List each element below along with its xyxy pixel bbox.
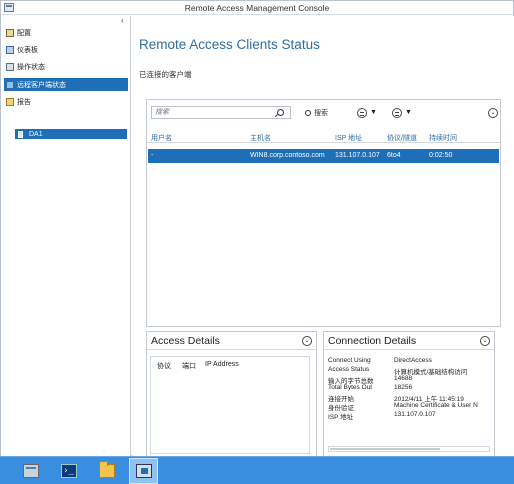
cell-username: - [151,152,154,159]
connection-details-panel: Connection Details ⌄ Connect Using Direc… [323,331,495,457]
remote-access-console-icon [135,464,152,478]
taskbar-powershell-button[interactable]: ›_ [54,458,83,484]
sidebar-item-label: 配置 [17,29,31,37]
main-content: Remote Access Clients Status 已连接的客户端 搜索 … [132,16,514,457]
list-view-options-button[interactable]: ▼ [357,106,377,119]
expand-toolbar-button[interactable]: ⌄ [488,108,498,118]
detail-row-connect-using: Connect Using DirectAccess [328,357,494,365]
table-row[interactable]: - WIN8.corp.contoso.com 131.107.0.107 6t… [148,149,499,163]
search-icon[interactable] [277,109,284,116]
access-details-list: 协议 端口 IP Address [150,356,310,454]
cell-hostname: WIN8.corp.contoso.com [250,152,325,159]
collapse-connection-details-button[interactable]: ⌄ [480,336,490,346]
connected-clients-label: 已连接的客户端 [139,70,192,79]
column-header-isp-address[interactable]: ISP 地址 [335,133,362,143]
collapse-sidebar-button[interactable]: ‹ [121,17,129,25]
detail-key: Access Status [328,366,370,373]
horizontal-scrollbar[interactable] [328,446,490,452]
taskbar: ›_ [0,456,514,484]
detail-value: Machine Certificate & User N [394,402,478,409]
remote-clients-icon [6,80,14,89]
collapse-access-details-button[interactable]: ⌄ [302,336,312,346]
column-header-protocol[interactable]: 协议 [157,361,171,371]
detail-row-bytes-out: Total Bytes Out 18256 [328,384,494,392]
access-details-title-text: Access Details [151,335,220,347]
detail-row-isp-address: ISP 地址 131.107.0.107 [328,411,494,421]
column-header-ip-address[interactable]: IP Address [205,361,239,368]
config-icon [6,28,14,37]
access-details-panel: Access Details ⌄ 协议 端口 IP Address [146,331,317,457]
search-icon [305,109,311,116]
server-item-da1[interactable]: DA1 [15,129,127,139]
taskbar-remote-access-console-button[interactable] [129,458,158,484]
access-details-title: Access Details ⌄ [147,332,316,350]
sidebar-item-dashboard[interactable]: 仪表板 [4,43,128,56]
powershell-icon: ›_ [60,464,77,478]
connection-details-title: Connection Details ⌄ [324,332,494,350]
detail-value: 131.107.0.107 [394,411,436,418]
sidebar-item-label: 远程客户端状态 [17,81,66,89]
page-title: Remote Access Clients Status [139,37,320,52]
sidebar-item-operations-status[interactable]: 操作状态 [4,60,128,73]
sidebar-item-label: 仪表板 [17,46,38,54]
group-by-button[interactable]: ▼ [392,106,412,119]
detail-row-connection-start: 连接开始 2012/4/11 上午 11:45:19 [328,393,494,403]
dashboard-icon [6,45,14,54]
sidebar-item-label: 操作状态 [17,63,45,71]
column-header-username[interactable]: 用户名 [151,133,172,143]
reports-icon [6,97,14,106]
taskbar-server-manager-button[interactable] [16,458,45,484]
column-header-protocol-tunnel[interactable]: 协议/隧道 [387,133,417,143]
group-icon [392,107,402,118]
chevron-down-icon: ▼ [370,109,377,116]
sidebar-item-reports[interactable]: 报告 [4,95,128,108]
detail-row-authentication: 身份验证 Machine Certificate & User N [328,402,494,412]
search-input[interactable] [151,106,291,119]
detail-key: ISP 地址 [328,414,354,421]
list-options-icon [357,107,367,118]
detail-key: Connect Using [328,357,371,364]
detail-key: Total Bytes Out [328,384,373,391]
detail-value: DirectAccess [394,357,432,364]
server-icon [18,130,23,138]
sidebar: ‹ 配置 仪表板 操作状态 远程客户端状态 报告 DA1 [1,16,131,456]
cell-isp-address: 131.107.0.107 [335,152,380,159]
cell-duration: 0:02:50 [429,152,453,159]
clients-list-panel: 搜索 ▼ ▼ ⌄ 用户名 主机名 ISP 地址 协议/隧道 持续时间 - WIN… [146,99,501,327]
detail-value: 14688 [394,375,413,382]
title-bar: Remote Access Management Console [1,1,513,15]
app-window: Remote Access Management Console ‹ 配置 仪表… [0,0,514,457]
table-header: 用户名 主机名 ISP 地址 协议/隧道 持续时间 [147,131,500,143]
detail-row-access-status: Access Status 计算机模式/基础结构访问 [328,366,494,376]
sidebar-item-label: 报告 [17,98,31,106]
connection-details-title-text: Connection Details [328,335,417,347]
search-button[interactable]: 搜索 [305,106,328,119]
column-header-hostname[interactable]: 主机名 [250,133,271,143]
search-button-label: 搜索 [314,109,328,117]
taskbar-file-explorer-button[interactable] [92,458,121,484]
server-manager-icon [22,464,39,478]
detail-row-bytes-in: 输入的字节总数 14688 [328,375,494,385]
cell-protocol-tunnel: 6to4 [387,152,401,159]
sidebar-item-config[interactable]: 配置 [4,26,128,39]
window-title: Remote Access Management Console [184,3,330,13]
operations-icon [6,62,14,71]
detail-value: 18256 [394,384,413,391]
column-header-duration[interactable]: 持续时间 [429,133,457,143]
chevron-down-icon: ▼ [405,109,412,116]
file-explorer-icon [98,461,115,478]
server-label: DA1 [29,130,43,138]
column-header-port[interactable]: 端口 [182,361,196,371]
sidebar-item-remote-clients-status[interactable]: 远程客户端状态 [4,78,128,91]
